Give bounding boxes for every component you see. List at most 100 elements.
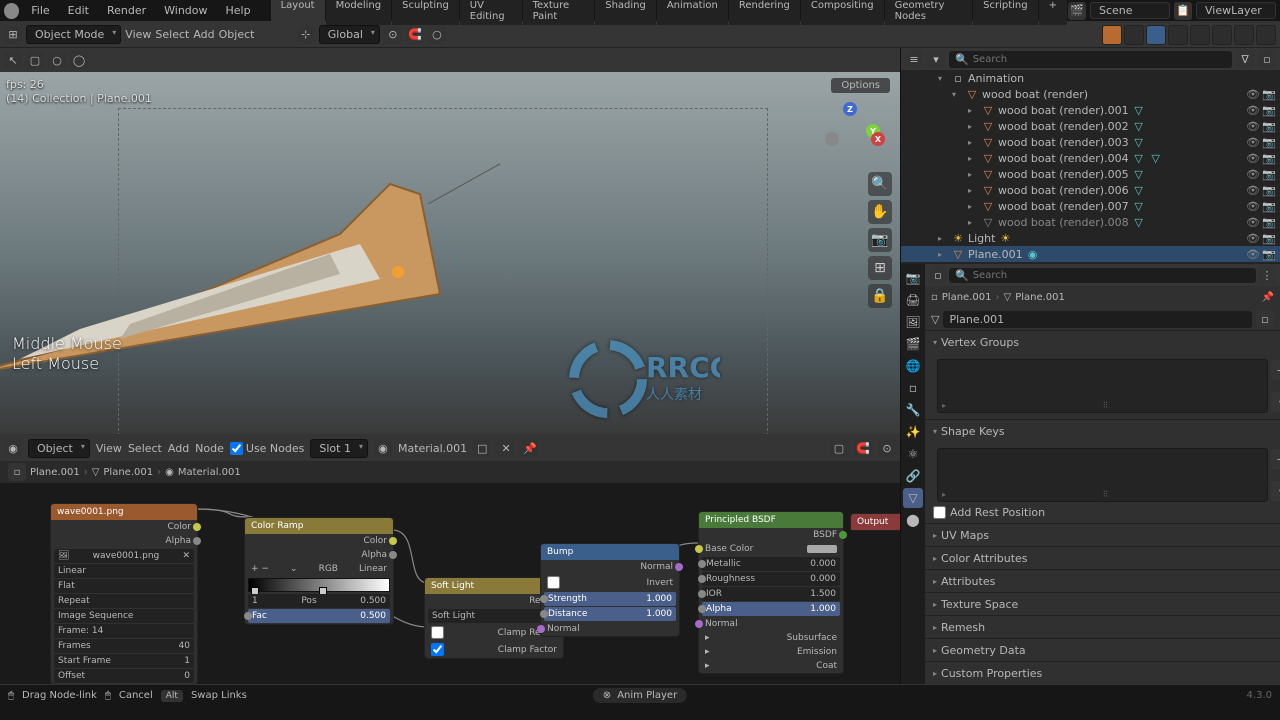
panel-color-attributes[interactable]: ▸Color Attributes — [925, 547, 1280, 569]
viewlayer-field[interactable]: ViewLayer — [1196, 2, 1276, 19]
nav-gizmo[interactable]: Z Y X — [820, 102, 880, 162]
vg-toggle-icon[interactable]: ▾ — [1271, 392, 1280, 412]
perspective-icon[interactable]: ⊞ — [868, 256, 892, 280]
prop-scene-icon[interactable]: 🎬 — [903, 334, 923, 354]
select-box-icon[interactable]: ▢ — [26, 51, 44, 69]
mode-dropdown[interactable]: Object Mode — [26, 25, 121, 44]
outliner-new-collection-icon[interactable]: ▫ — [1258, 50, 1276, 68]
gizmo-toggle-icon[interactable] — [1124, 25, 1144, 45]
outliner-boat-child[interactable]: wood boat (render).007 — [998, 200, 1129, 213]
viewport-overlay-icon[interactable] — [1102, 25, 1122, 45]
prop-world-icon[interactable]: 🌐 — [903, 356, 923, 376]
editor-type-nodes-icon[interactable]: ◉ — [4, 439, 22, 457]
prop-data-icon[interactable]: ▽ — [903, 488, 923, 508]
outliner-boat-child[interactable]: wood boat (render).001 — [998, 104, 1129, 117]
bc-mesh[interactable]: Plane.001 — [103, 467, 153, 478]
menu-window[interactable]: Window — [156, 2, 215, 19]
backdrop-icon[interactable]: ▢ — [830, 439, 848, 457]
sk-add-icon[interactable]: + — [1271, 449, 1280, 469]
tab-uv-editing[interactable]: UV Editing — [460, 0, 522, 25]
material-name-field[interactable]: Material.001 — [398, 442, 467, 455]
select-menu[interactable]: Select — [155, 28, 189, 41]
tab-texture-paint[interactable]: Texture Paint — [523, 0, 595, 25]
panel-custom-properties[interactable]: ▸Custom Properties — [925, 662, 1280, 684]
material-icon[interactable]: ◉ — [374, 439, 392, 457]
sk-toggle-icon[interactable]: ▾ — [1271, 481, 1280, 501]
node-canvas[interactable]: wave0001.png Color Alpha 🖼wave0001.png✕ … — [0, 483, 900, 684]
shading-matprev-icon[interactable] — [1234, 25, 1254, 45]
select-lasso-icon[interactable]: ◯ — [70, 51, 88, 69]
editor-type-icon[interactable]: ⊞ — [4, 26, 22, 44]
panel-attributes[interactable]: ▸Attributes — [925, 570, 1280, 592]
orientation-icon[interactable]: ⊹ — [297, 26, 315, 44]
anim-player[interactable]: Anim Player — [617, 690, 677, 701]
bc-obj[interactable]: Plane.001 — [30, 467, 80, 478]
shading-wire-icon[interactable] — [1190, 25, 1210, 45]
proportional-icon[interactable]: ○ — [428, 26, 446, 44]
props-editor-icon[interactable]: ▫ — [929, 266, 947, 284]
fake-user-icon[interactable]: ▫ — [1256, 310, 1274, 328]
anim-stop-icon[interactable]: ⊗ — [603, 690, 611, 701]
shading-solid-icon[interactable] — [1212, 25, 1232, 45]
overlays-icon[interactable] — [1146, 25, 1166, 45]
tab-shading[interactable]: Shading — [595, 0, 656, 25]
scene-icon[interactable]: 🎬 — [1068, 2, 1086, 20]
tab-scripting[interactable]: Scripting — [973, 0, 1037, 25]
pan-icon[interactable]: ✋ — [868, 200, 892, 224]
menu-help[interactable]: Help — [218, 2, 259, 19]
tab-modeling[interactable]: Modeling — [326, 0, 392, 25]
view-menu[interactable]: View — [125, 28, 151, 41]
panel-geometry-data[interactable]: ▸Geometry Data — [925, 639, 1280, 661]
shape-keys-list[interactable]: +▾▸⠿ — [937, 448, 1268, 502]
node-output[interactable]: Output — [850, 513, 900, 531]
outliner-plane[interactable]: Plane.001 — [968, 248, 1023, 261]
tab-layout[interactable]: Layout — [271, 0, 325, 25]
outliner-boat[interactable]: wood boat (render) — [982, 88, 1088, 101]
node-image-texture[interactable]: wave0001.png Color Alpha 🖼wave0001.png✕ … — [50, 503, 198, 684]
menu-edit[interactable]: Edit — [60, 2, 97, 19]
object-menu[interactable]: Object — [219, 28, 255, 41]
prop-object-icon[interactable]: ▫ — [903, 378, 923, 398]
outliner-boat-child[interactable]: wood boat (render).005 — [998, 168, 1129, 181]
outliner-boat-child[interactable]: wood boat (render).006 — [998, 184, 1129, 197]
overlay-nodes-icon[interactable]: ⊙ — [878, 439, 896, 457]
tab-geometry-nodes[interactable]: Geometry Nodes — [885, 0, 973, 25]
mat-new-icon[interactable]: □ — [473, 439, 491, 457]
add-menu[interactable]: Add — [193, 28, 214, 41]
panel-vertex-groups[interactable]: ▾Vertex Groups — [925, 331, 1280, 353]
3d-viewport[interactable]: fps: 26 (14) Collection | Plane.001 Midd… — [0, 72, 900, 434]
xray-icon[interactable] — [1168, 25, 1188, 45]
mat-pin-icon[interactable]: 📌 — [521, 439, 539, 457]
add-rest-checkbox[interactable] — [933, 506, 946, 519]
outliner-filter-icon[interactable]: ∇ — [1236, 50, 1254, 68]
shader-type-dropdown[interactable]: Object — [28, 439, 90, 458]
outliner-boat-child[interactable]: wood boat (render).002 — [998, 120, 1129, 133]
outliner-animation[interactable]: Animation — [968, 72, 1024, 85]
use-nodes-checkbox[interactable] — [230, 442, 243, 455]
mesh-name-field[interactable]: Plane.001 — [943, 311, 1252, 328]
zoom-icon[interactable]: 🔍 — [868, 172, 892, 196]
pivot-icon[interactable]: ⊙ — [384, 26, 402, 44]
tab-rendering[interactable]: Rendering — [729, 0, 800, 25]
cursor-tool-icon[interactable]: ↖ — [4, 51, 22, 69]
tab-animation[interactable]: Animation — [657, 0, 728, 25]
outliner-boat-child[interactable]: wood boat (render).008 — [998, 216, 1129, 229]
outliner-light[interactable]: Light — [968, 232, 995, 245]
camera-icon[interactable]: 📷 — [868, 228, 892, 252]
tab-compositing[interactable]: Compositing — [801, 0, 884, 25]
prop-particles-icon[interactable]: ✨ — [903, 422, 923, 442]
outliner-boat-child[interactable]: wood boat (render).004 — [998, 152, 1129, 165]
outliner-boat-child[interactable]: wood boat (render).003 — [998, 136, 1129, 149]
pin-icon[interactable]: 📌 — [1262, 292, 1274, 303]
prop-material-icon[interactable]: ⬤ — [903, 510, 923, 530]
node-principled-bsdf[interactable]: Principled BSDF BSDF Base Color Metallic… — [698, 511, 844, 674]
ne-view-menu[interactable]: View — [96, 442, 122, 455]
orientation-dropdown[interactable]: Global — [319, 25, 380, 44]
prop-physics-icon[interactable]: ⚛ — [903, 444, 923, 464]
slot-dropdown[interactable]: Slot 1 — [310, 439, 368, 458]
panel-remesh[interactable]: ▸Remesh — [925, 616, 1280, 638]
panel-uv-maps[interactable]: ▸UV Maps — [925, 524, 1280, 546]
select-circle-icon[interactable]: ○ — [48, 51, 66, 69]
prop-constraint-icon[interactable]: 🔗 — [903, 466, 923, 486]
snap-nodes-icon[interactable]: 🧲 — [854, 439, 872, 457]
